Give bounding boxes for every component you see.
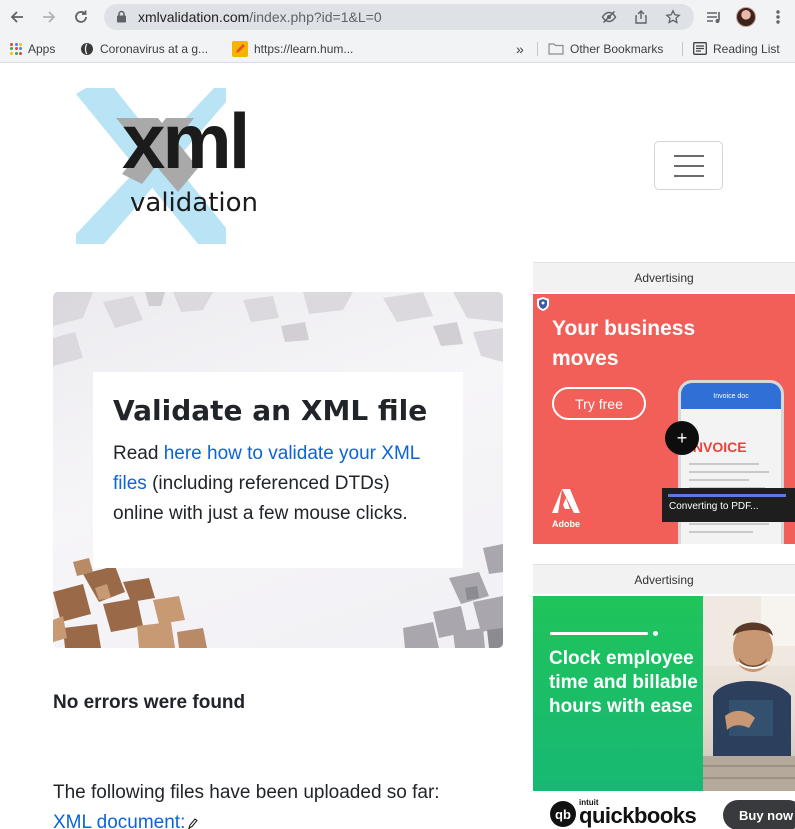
adobe-wordmark: Adobe (552, 519, 580, 529)
quickbooks-footer: qb intuit quickbooks Buy now (533, 791, 795, 829)
media-control-button[interactable] (703, 6, 725, 28)
bookmarks-bar: Apps Coronavirus at a g... https://learn… (0, 34, 795, 63)
ad-shield-icon[interactable] (536, 296, 550, 317)
coronavirus-icon (81, 42, 93, 55)
reload-button[interactable] (70, 6, 92, 28)
bookmark-label: Other Bookmarks (570, 41, 664, 56)
doc-line (689, 531, 753, 533)
back-arrow-icon (10, 11, 23, 23)
site-logo[interactable]: xml validation (76, 88, 296, 244)
ad-headline: Your business moves (552, 317, 696, 370)
buy-now-button[interactable]: Buy now (723, 800, 795, 829)
doc-line (689, 463, 759, 465)
bookmark-label: Coronavirus at a g... (100, 41, 209, 56)
adobe-ad-banner[interactable]: Your business moves Try free Invoice doc… (533, 294, 795, 544)
adobe-a-icon (552, 489, 580, 513)
eye-slash-icon[interactable] (601, 9, 617, 25)
folder-icon (548, 43, 564, 55)
phone-header: Invoice doc (681, 383, 781, 409)
address-bar[interactable]: xmlvalidation.com/index.php?id=1&L=0 (104, 4, 694, 30)
hero-description: Read here how to validate your XML files… (113, 439, 443, 529)
plus-icon: + (665, 421, 699, 455)
pencil-icon (232, 40, 248, 57)
quickbooks-wordmark: quickbooks (579, 803, 697, 828)
menu-toggle-button[interactable] (654, 141, 723, 190)
validation-status: No errors were found (53, 692, 246, 713)
conversion-progress-bar (668, 494, 786, 497)
reading-list-button[interactable]: Reading List (693, 40, 780, 57)
doc-line (689, 479, 749, 481)
logo-sub-text: validation (130, 188, 259, 218)
doc-line (689, 471, 769, 473)
bookmark-divider (682, 42, 683, 56)
decorative-dash (550, 632, 648, 635)
hamburger-bar (674, 165, 704, 167)
apps-grid-icon (10, 42, 22, 55)
quickbooks-ad-banner[interactable]: Clock employee time and billable hours w… (533, 596, 795, 829)
forward-arrow-icon (43, 11, 56, 23)
decorative-dot (653, 631, 658, 636)
hero-card: Validate an XML file Read here how to va… (93, 372, 463, 568)
share-icon[interactable] (633, 9, 649, 25)
other-bookmarks-folder[interactable]: Other Bookmarks (548, 40, 663, 57)
overflow-chevron-icon: » (516, 40, 524, 57)
worker-illustration (703, 596, 795, 791)
browser-toolbar: xmlvalidation.com/index.php?id=1&L=0 (0, 0, 795, 34)
url-host: xmlvalidation.com (138, 9, 250, 25)
converting-toast: Converting to PDF... (662, 488, 795, 522)
browser-menu-button[interactable] (767, 6, 789, 28)
avatar (736, 7, 756, 27)
edit-pencil-icon[interactable] (187, 817, 199, 829)
hamburger-bar (674, 175, 704, 177)
worker-photo (703, 596, 795, 791)
url-text: xmlvalidation.com/index.php?id=1&L=0 (138, 9, 382, 25)
quickbooks-green-panel: Clock employee time and billable hours w… (533, 596, 703, 791)
bookmark-label: Reading List (713, 41, 780, 56)
bookmark-star-icon[interactable] (665, 9, 681, 25)
back-button[interactable] (6, 6, 28, 28)
reload-icon (75, 10, 87, 23)
profile-button[interactable] (735, 6, 757, 28)
bookmark-divider (537, 42, 538, 56)
uploaded-files-heading: The following files have been uploaded s… (53, 782, 440, 803)
uploaded-file-entry: XML document: (53, 812, 199, 829)
try-free-button[interactable]: Try free (552, 387, 646, 420)
page-content: xml validation Validate an XML file Read… (0, 64, 795, 829)
forward-button[interactable] (38, 6, 60, 28)
doc-line (689, 523, 769, 525)
kebab-menu-icon (776, 10, 780, 24)
hero-body-suffix: (including referenced DTDs) online with … (113, 473, 408, 524)
advertising-label: Advertising (533, 564, 795, 594)
advertising-label: Advertising (533, 262, 795, 292)
bookmark-learn[interactable]: https://learn.hum... (232, 40, 353, 57)
adobe-logo: Adobe (552, 489, 580, 529)
xml-document-link[interactable]: XML document: (53, 812, 185, 829)
lock-icon (116, 10, 127, 28)
hero-banner: Validate an XML file Read here how to va… (53, 292, 503, 648)
quickbooks-logo-icon: qb (550, 801, 576, 827)
converting-text: Converting to PDF... (669, 501, 759, 512)
bookmark-label: https://learn.hum... (254, 41, 354, 56)
hero-body-prefix: Read (113, 443, 164, 464)
bookmark-coronavirus[interactable]: Coronavirus at a g... (80, 40, 208, 57)
reading-list-icon (693, 42, 707, 55)
bookmark-label: Apps (28, 41, 56, 56)
bookmark-apps[interactable]: Apps (10, 40, 55, 57)
hero-title: Validate an XML file (113, 394, 428, 427)
logo-main-text: xml (122, 97, 250, 185)
ad-copy: Clock employee time and billable hours w… (549, 648, 698, 717)
playlist-icon (707, 12, 720, 23)
bookmarks-overflow-button[interactable]: » (516, 40, 524, 57)
url-path: /index.php?id=1&L=0 (249, 9, 382, 25)
hamburger-bar (674, 155, 704, 157)
